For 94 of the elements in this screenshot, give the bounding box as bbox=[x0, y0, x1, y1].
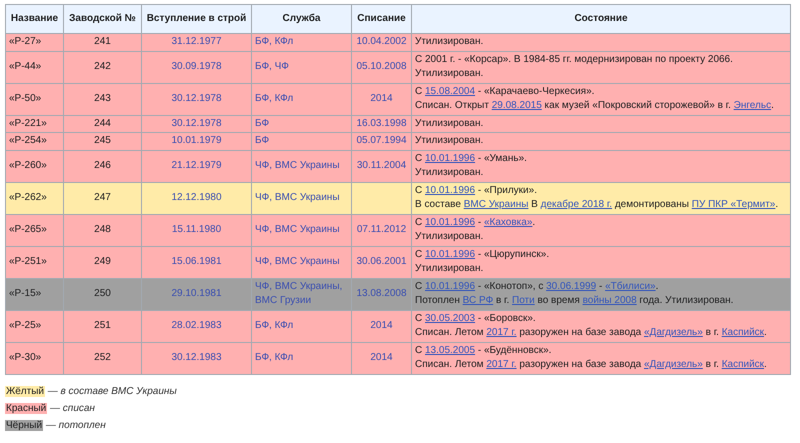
status-text: Списан. Открыт 29.08.2015 как музей «Покровский сторожевой» в г. Энгельс. bbox=[415, 99, 775, 113]
link[interactable]: 30.05.2003 bbox=[425, 312, 476, 324]
table-cell: «Р-221» bbox=[9, 118, 47, 128]
table-cell: «Р-25» bbox=[9, 320, 42, 331]
table-cell: «Р-27» bbox=[9, 36, 42, 47]
table-cell: «Р-44» bbox=[9, 60, 42, 72]
link[interactable]: 12.12.1980 bbox=[171, 192, 222, 203]
link[interactable]: «Дагдизель» bbox=[644, 327, 703, 338]
link[interactable]: 30.09.1978 bbox=[171, 60, 222, 72]
link[interactable]: войны 2008 bbox=[582, 295, 637, 306]
table-cell: 245 bbox=[94, 135, 111, 146]
link[interactable]: декабре 2018 г. bbox=[540, 199, 612, 210]
status-text: С 2001 г. - «Корсар». В 1984-85 гг. модернизирован по проекту 2066. bbox=[415, 52, 734, 66]
link[interactable]: 30.06.1999 bbox=[546, 280, 596, 292]
link[interactable]: «Тбилиси» bbox=[605, 280, 656, 292]
column-header: Списание bbox=[352, 4, 412, 34]
link[interactable]: 15.11.1980 bbox=[172, 224, 222, 235]
status-text: Списан. Летом 2017 г. разоружен на базе завода «Дагдизель» в г. Каспийск. bbox=[415, 326, 768, 340]
link[interactable]: 10.01.1996 bbox=[425, 280, 476, 292]
link[interactable]: ВМС Украины bbox=[464, 199, 528, 210]
legend-swatch: Жёлтый bbox=[5, 386, 45, 396]
table-cell: 248 bbox=[94, 224, 111, 235]
link[interactable]: 29.08.2015 bbox=[492, 100, 542, 111]
status-text: С 10.01.1996 - «Конотоп», с 30.06.1999 - «Тбилиси». bbox=[415, 280, 660, 294]
table-cell: «Р-265» bbox=[9, 224, 47, 235]
link[interactable]: «Каховка» bbox=[484, 216, 532, 228]
table-cell: 249 bbox=[94, 256, 111, 267]
column-header: Состояние bbox=[412, 4, 790, 34]
column-header: Служба bbox=[252, 4, 352, 34]
table-cell: 250 bbox=[94, 288, 111, 299]
status-text: Утилизирован. bbox=[415, 166, 484, 180]
column-header: Название bbox=[6, 4, 64, 34]
link[interactable]: Каспийск bbox=[722, 327, 764, 338]
link[interactable]: ВС РФ bbox=[462, 295, 494, 306]
link[interactable]: 10.01.1996 bbox=[425, 248, 476, 260]
link[interactable]: 2014 bbox=[370, 320, 393, 331]
table-cell: «Р-254» bbox=[9, 135, 47, 146]
status-text: С 10.01.1996 - «Прилуки». bbox=[415, 184, 538, 198]
link[interactable]: 2014 bbox=[370, 92, 393, 104]
status-text: Утилизирован. bbox=[415, 116, 484, 130]
table-cell: 251 bbox=[94, 320, 111, 331]
link[interactable]: 10.01.1996 bbox=[425, 184, 476, 196]
status-text: Потоплен ВС РФ в г. Поти во время войны 2008 года. Утилизирован. bbox=[415, 294, 734, 308]
table-cell: «Р-262» bbox=[9, 192, 47, 203]
link[interactable]: 15.08.2004 bbox=[425, 86, 476, 96]
status-text: С 15.08.2004 - «Карачаево-Черкесия». bbox=[415, 84, 596, 98]
status-text: Утилизирован. bbox=[415, 134, 484, 148]
link[interactable]: 13.05.2005 bbox=[425, 344, 476, 356]
table-cell: «Р-15» bbox=[9, 288, 42, 299]
table-cell: «Р-30» bbox=[9, 352, 42, 363]
link[interactable]: Каспийск bbox=[722, 359, 764, 370]
link[interactable]: «Дагдизель» bbox=[644, 359, 703, 370]
status-text: С 10.01.1996 - «Цюрупинск». bbox=[415, 248, 550, 262]
link[interactable]: 30.12.1983 bbox=[171, 352, 222, 363]
table-cell: 252 bbox=[94, 352, 111, 363]
table-cell: 242 bbox=[94, 60, 111, 72]
status-text: Утилизирован. bbox=[415, 230, 484, 244]
legend-text: — потоплен bbox=[46, 420, 106, 430]
table-cell: 244 bbox=[94, 118, 111, 128]
status-text: Утилизирован. bbox=[415, 67, 484, 81]
table-cell: «Р-260» bbox=[9, 160, 47, 171]
legend-text: — в составе ВМС Украины bbox=[48, 386, 177, 396]
link[interactable]: 21.12.1979 bbox=[171, 160, 222, 171]
table-cell: 243 bbox=[94, 92, 111, 104]
legend-text: — списан bbox=[50, 402, 95, 414]
status-text: Утилизирован. bbox=[415, 262, 484, 276]
table-cell: 247 bbox=[94, 192, 111, 203]
link[interactable]: ПУ ПКР «Термит» bbox=[692, 199, 776, 210]
status-text: С 30.05.2003 - «Боровск». bbox=[415, 312, 537, 326]
table-cell: 246 bbox=[94, 160, 111, 171]
link[interactable]: Энгельс bbox=[734, 100, 772, 111]
link[interactable]: 10.01.1996 bbox=[425, 152, 476, 164]
column-header: Вступление в строй bbox=[142, 4, 252, 34]
legend-swatch: Чёрный bbox=[5, 420, 44, 430]
link[interactable]: 2017 г. bbox=[486, 359, 517, 370]
link[interactable]: 28.02.1983 bbox=[171, 320, 222, 331]
link[interactable]: Поти bbox=[512, 295, 535, 306]
status-text: Списан. Летом 2017 г. разоружен на базе завода «Дагдизель» в г. Каспийск. bbox=[415, 358, 768, 372]
link[interactable]: 2017 г. bbox=[486, 327, 517, 338]
table-cell: «Р-50» bbox=[9, 92, 42, 104]
column-header: Заводской № bbox=[64, 4, 142, 34]
status-text: В составе ВМС Украины В декабре 2018 г. демонтированы ПУ ПКР «Термит». bbox=[415, 198, 780, 212]
link[interactable]: 10.01.1996 bbox=[425, 216, 476, 228]
table-cell: 241 bbox=[94, 36, 111, 47]
status-text: С 10.01.1996 - «Каховка». bbox=[415, 216, 536, 230]
status-text: С 10.01.1996 - «Умань». bbox=[415, 152, 528, 166]
link[interactable]: 30.12.1978 bbox=[171, 92, 222, 104]
link[interactable]: 15.06.1981 bbox=[171, 256, 222, 267]
legend-swatch: Красный bbox=[5, 402, 48, 414]
status-text: Утилизирован. bbox=[415, 35, 484, 49]
status-text: С 13.05.2005 - «Будённовск». bbox=[415, 344, 552, 358]
table-cell: «Р-251» bbox=[9, 256, 47, 267]
link[interactable]: 29.10.1981 bbox=[171, 288, 222, 299]
link[interactable]: 2014 bbox=[370, 352, 393, 363]
